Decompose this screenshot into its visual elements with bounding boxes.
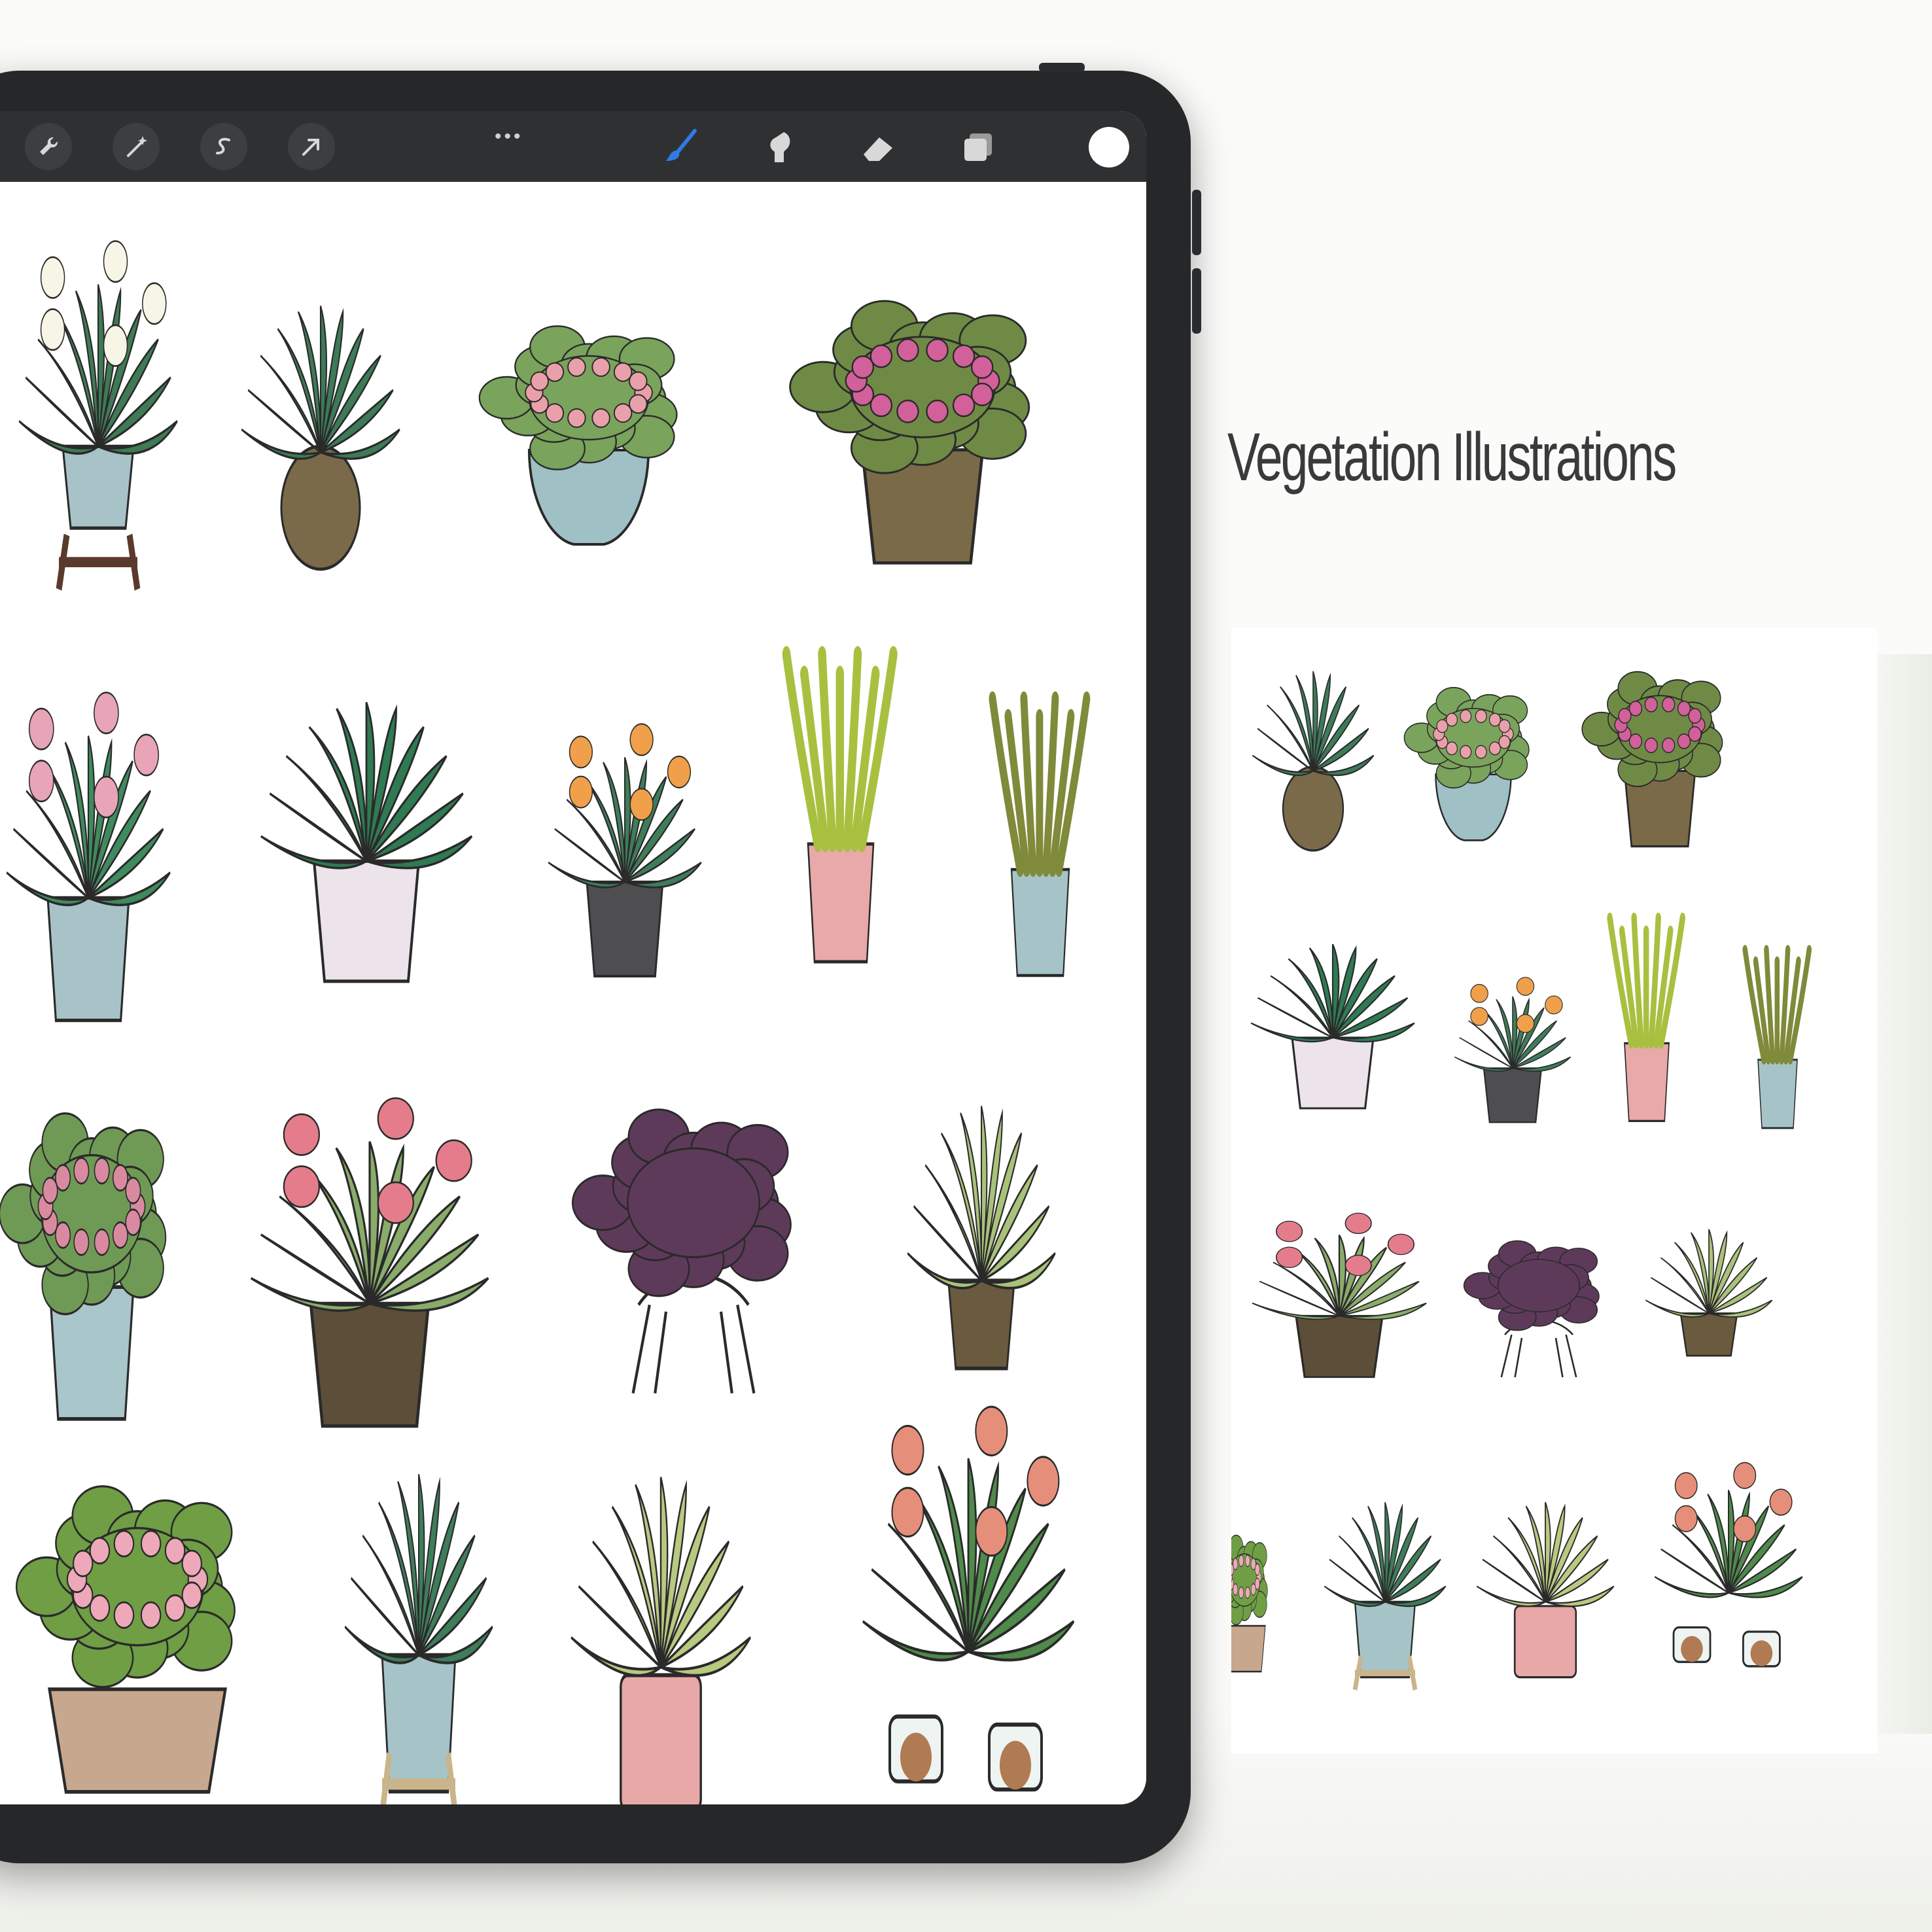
plant-illustration [1441, 975, 1585, 1125]
layers-button[interactable] [955, 124, 1001, 170]
geranium-drawing [15, 1485, 236, 1794]
transform-button[interactable] [288, 123, 335, 170]
plant-illustration [890, 1053, 1073, 1420]
plant-illustration [236, 654, 497, 988]
snake-plant-drawing [1742, 945, 1812, 1129]
device-volume-up-button [1192, 190, 1201, 255]
plant-illustration [550, 1420, 772, 1804]
ficus-elastica-drawing [571, 1477, 751, 1804]
plant-illustration [465, 288, 713, 550]
snake-plant-drawing [989, 691, 1091, 977]
plant-illustration [327, 1420, 510, 1804]
magic-wand-icon [127, 136, 147, 157]
actions-button[interactable] [25, 123, 72, 170]
plant-illustration [0, 687, 190, 1027]
cyclamen-drawing [6, 692, 171, 1023]
background-illustrations-right [1878, 654, 1932, 1734]
plant-illustration [1637, 1459, 1820, 1675]
plant-illustration [1231, 1511, 1277, 1675]
aglaonema-drawing [1645, 1229, 1773, 1357]
plant-illustration [1591, 909, 1702, 1125]
kalanchoe-drawing [0, 1112, 167, 1421]
plant-illustration [530, 720, 720, 981]
device-volume-down-button [1192, 268, 1201, 334]
oxalis-drawing [1463, 1240, 1600, 1378]
toolbar: ••• [0, 111, 1146, 182]
layers-icon [964, 133, 992, 161]
plant-illustration [1395, 661, 1552, 844]
plant-illustration [0, 1060, 196, 1426]
device-top-button [1039, 63, 1085, 72]
begonia-drawing [1403, 687, 1530, 841]
philodendron-drawing [1250, 943, 1415, 1110]
selection-icon [216, 137, 230, 154]
african-violet-drawing [250, 1097, 489, 1428]
amaryllis-drawing [862, 1405, 1075, 1792]
plant-illustration [0, 236, 196, 591]
plant-illustration [1460, 1472, 1630, 1681]
brush-button[interactable] [658, 124, 704, 170]
plant-illustration [759, 641, 922, 968]
plant-illustration [1630, 1204, 1787, 1380]
color-picker-button[interactable] [1089, 127, 1129, 167]
aglaonema-drawing [907, 1105, 1056, 1371]
peace-lily-drawing [18, 240, 178, 591]
eraser-icon [864, 137, 892, 161]
plant-illustration [772, 255, 1073, 569]
smudge-button[interactable] [758, 124, 803, 170]
geranium-drawing [1231, 1534, 1268, 1673]
plant-illustration [556, 1060, 831, 1400]
plant-illustration [968, 687, 1112, 981]
plant-illustration [1310, 1472, 1460, 1691]
calathea-crocata-drawing [1454, 977, 1572, 1123]
african-violet-drawing [1252, 1212, 1427, 1379]
more-menu[interactable]: ••• [495, 126, 523, 148]
adjustments-button[interactable] [113, 123, 160, 170]
oxalis-drawing [571, 1108, 792, 1394]
calathea-drawing [241, 306, 400, 571]
ficus-elastica-drawing [1476, 1502, 1615, 1679]
amaryllis-drawing [1654, 1462, 1803, 1668]
dracaena-drawing [782, 646, 898, 964]
plant-illustration [222, 1093, 517, 1433]
calathea-drawing [1252, 671, 1375, 852]
plant-illustration [1231, 1210, 1447, 1380]
plant-illustration [1231, 916, 1434, 1112]
smudge-icon [770, 132, 790, 162]
preview-sheet [1231, 628, 1878, 1753]
monstera-drawing [1324, 1502, 1447, 1691]
pink-flower-bush-drawing [1581, 671, 1723, 848]
begonia-drawing [478, 325, 678, 546]
transform-arrow-icon [302, 139, 319, 156]
eraser-button[interactable] [856, 124, 902, 170]
plant-illustration [1454, 1217, 1624, 1380]
plant-illustration [1238, 641, 1388, 852]
app-screen: ••• [0, 111, 1146, 1804]
preview-title: Vegetation Illustrations [1227, 419, 1677, 495]
philodendron-drawing [260, 701, 473, 983]
plant-illustration [837, 1400, 1099, 1804]
calathea-crocata-drawing [548, 723, 702, 977]
brush-icon [666, 129, 697, 161]
wrench-icon [40, 137, 58, 155]
dracaena-drawing [1607, 912, 1685, 1123]
selection-button[interactable] [200, 123, 247, 170]
plant-illustration [0, 1433, 275, 1799]
plant-illustration [222, 262, 419, 571]
monstera-drawing [344, 1473, 493, 1804]
pink-flower-bush-drawing [789, 300, 1030, 565]
plant-illustration [1729, 942, 1827, 1132]
plant-illustration [1572, 641, 1748, 851]
